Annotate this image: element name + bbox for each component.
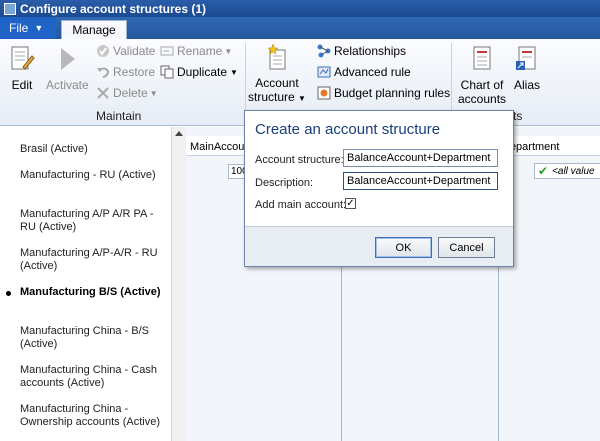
list-item[interactable]: Manufacturing China - B/S (Active) [20,325,170,351]
window-title: Configure account structures (1) [20,1,207,16]
account-structure-button[interactable]: Account structure ▼ [248,43,306,106]
file-tab[interactable]: File ▼ [0,17,56,39]
budget-planning-rules-label: Budget planning rules [334,86,451,100]
chevron-down-icon: ▼ [298,94,306,103]
add-main-account-label: Add main account: [255,199,347,211]
relationships-button[interactable]: Relationships [317,44,406,58]
advanced-rule-button[interactable]: Advanced rule [317,65,411,79]
account-structure-label-2: structure ▼ [248,90,306,106]
ribbon-group-label-partial: ts [513,109,523,123]
rename-label: Rename [177,44,223,58]
selected-bullet-icon [6,291,11,296]
close-icon [96,86,110,100]
alias-icon [514,45,540,73]
account-structure-input[interactable] [343,149,498,167]
account-structure-list: Brasil (Active) Manufacturing - RU (Acti… [0,127,171,441]
restore-button[interactable]: Restore [96,65,155,79]
new-document-icon [264,43,290,71]
list-item[interactable]: Brasil (Active) [20,143,170,156]
create-account-structure-dialog: Create an account structure Account stru… [244,110,514,267]
chart-of-accounts-label-2: accounts [458,92,507,106]
add-main-account-checkbox[interactable]: ✓ [345,198,356,209]
advanced-rule-label: Advanced rule [334,65,411,79]
tab-manage-label: Manage [72,23,116,37]
list-item[interactable]: Manufacturing A/P-A/R - RU (Active) [20,247,170,273]
edit-button[interactable]: Edit [9,45,35,92]
chart-of-accounts-button[interactable]: Chart of accounts [458,45,506,106]
duplicate-button[interactable]: Duplicate ▼ [160,65,238,79]
ribbon-tab-row: File ▼ Manage [0,17,600,39]
department-all-values-cell[interactable]: ✔ <all value [534,163,600,179]
tab-manage[interactable]: Manage [61,20,127,39]
chevron-down-icon: ▼ [34,23,44,33]
description-input[interactable] [343,172,498,190]
scroll-up-arrow-icon[interactable] [175,131,183,136]
restore-label: Restore [113,65,156,79]
maintain-group-label: Maintain [96,109,142,123]
list-item[interactable]: Manufacturing - RU (Active) [20,169,170,182]
checkmark-icon: ✔ [538,164,549,178]
activate-button[interactable]: Activate [46,45,89,92]
account-structure-label-2-text: structure [248,90,295,104]
edit-icon [9,45,35,73]
account-structure-label: Account structure: [255,154,344,166]
rename-button[interactable]: Rename ▼ [160,44,232,58]
undo-icon [96,65,110,79]
duplicate-label: Duplicate [177,65,228,79]
validate-button[interactable]: Validate [96,44,155,58]
cancel-button[interactable]: Cancel [438,237,495,258]
chevron-down-icon: ▼ [230,67,238,77]
list-item[interactable]: Manufacturing A/P A/R PA - RU (Active) [20,208,170,234]
relationships-label: Relationships [334,44,407,58]
all-values-label: <all value [552,165,595,177]
list-scrollbar[interactable] [171,127,186,441]
title-bar: Configure account structures (1) [0,0,600,17]
budget-planning-rules-button[interactable]: Budget planning rules [317,86,450,100]
duplicate-icon [160,65,174,79]
chart-of-accounts-icon [469,45,495,73]
chevron-down-icon: ▼ [149,88,158,98]
budget-rules-icon [317,86,331,100]
check-circle-icon [96,44,110,58]
validate-label: Validate [113,44,156,58]
dialog-title: Create an account structure [255,121,441,138]
advanced-rule-icon [317,65,331,79]
chevron-down-icon: ▼ [224,46,233,56]
edit-label: Edit [11,78,33,92]
delete-button[interactable]: Delete ▼ [96,86,158,100]
description-label: Description: [255,177,314,189]
list-item[interactable]: Manufacturing China - Cash accounts (Act… [20,364,170,390]
dialog-footer: OK Cancel [245,226,513,266]
ok-button[interactable]: OK [375,237,432,258]
play-icon [54,45,80,73]
relationships-icon [317,44,331,58]
list-item[interactable]: Manufacturing China - Ownership accounts… [20,403,170,429]
file-tab-label: File [9,21,29,35]
delete-label: Delete [113,86,148,100]
app-icon [4,2,16,15]
activate-label: Activate [46,78,89,92]
account-structure-label-1: Account [255,76,299,90]
alias-button[interactable]: Alias [514,45,540,92]
chart-of-accounts-label-1: Chart of [460,78,504,92]
alias-label: Alias [514,78,541,92]
list-item-selected[interactable]: Manufacturing B/S (Active) [20,286,170,299]
rename-icon [160,44,174,58]
